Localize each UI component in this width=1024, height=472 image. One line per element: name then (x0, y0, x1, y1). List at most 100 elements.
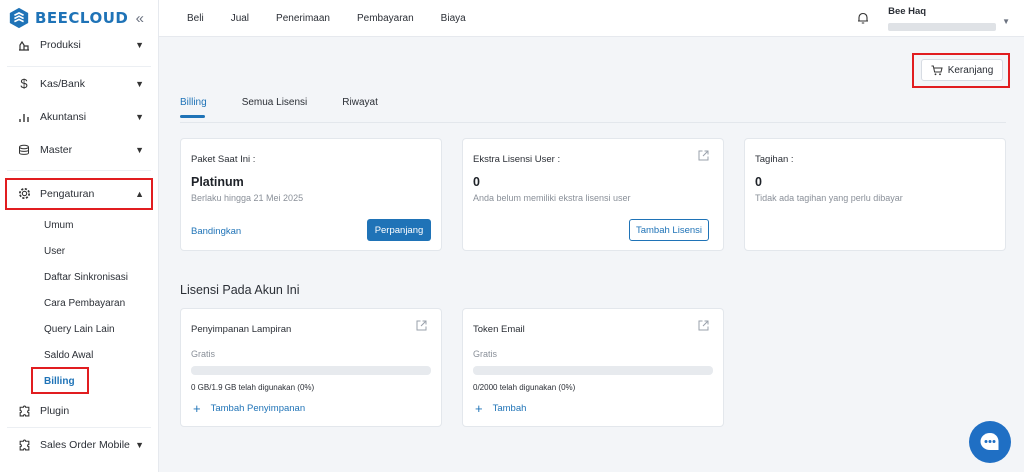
tagihan-desc: Tidak ada tagihan yang perlu dibayar (755, 193, 903, 203)
sidebar: BEECLOUD « Produksi ▼ $ Kas/Bank ▼ Akunt… (0, 0, 159, 472)
dollar-icon: $ (20, 76, 28, 91)
factory-icon (16, 37, 32, 53)
beecloud-logo-icon (9, 7, 29, 29)
chevron-down-icon: ▼ (135, 439, 144, 450)
ekstra-count: 0 (473, 175, 480, 189)
sidebar-item-label: Plugin (40, 404, 70, 417)
sidebar-item-label: Sales Order Mobile (40, 438, 130, 451)
keranjang-button[interactable]: Keranjang (921, 59, 1003, 81)
plus-icon: + (193, 401, 201, 416)
tambah-lisensi-button[interactable]: Tambah Lisensi (629, 219, 709, 241)
plan-name: Platinum (191, 175, 244, 189)
subitem-label: Umum (44, 219, 74, 231)
tab-semua-lisensi[interactable]: Semua Lisensi (242, 97, 308, 118)
storage-usage-bar (191, 366, 431, 375)
sidebar-item-sales-order-mobile[interactable]: Sales Order Mobile ▼ (0, 428, 158, 461)
card-title: Ekstra Lisensi User : (473, 154, 561, 165)
brand[interactable]: BEECLOUD « (0, 0, 158, 36)
card-tagihan: Tagihan : 0 Tidak ada tagihan yang perlu… (744, 138, 1006, 251)
collapse-sidebar-icon[interactable]: « (136, 10, 144, 27)
tab-riwayat[interactable]: Riwayat (342, 97, 378, 118)
subitem-label: Query Lain Lain (44, 323, 115, 335)
tambah-penyimpanan-label: Tambah Penyimpanan (210, 403, 306, 414)
puzzle-icon (16, 437, 32, 453)
chevron-down-icon: ▼ (135, 40, 144, 50)
sidebar-item-label: Produksi (40, 39, 81, 51)
user-menu[interactable]: Bee Haq (888, 5, 997, 31)
tab-billing[interactable]: Billing (180, 97, 207, 118)
storage-usage-text: 0 GB/1.9 GB telah digunakan (0%) (191, 383, 315, 392)
tambah-token-link[interactable]: + Tambah (473, 401, 526, 416)
card-title: Tagihan : (755, 154, 794, 165)
external-link-icon[interactable] (698, 150, 709, 161)
top-menu-beli[interactable]: Beli (187, 13, 204, 24)
subitem-label: Cara Pembayaran (44, 297, 126, 309)
billing-tabs: Billing Semua Lisensi Riwayat (180, 97, 413, 118)
tagihan-count: 0 (755, 175, 762, 189)
sidebar-item-produksi[interactable]: Produksi ▼ (0, 36, 158, 54)
top-menu-penerimaan[interactable]: Penerimaan (276, 13, 330, 24)
subitem-label: User (44, 245, 66, 257)
token-usage-text: 0/2000 telah digunakan (0%) (473, 383, 576, 392)
brand-name: BEECLOUD (35, 9, 129, 27)
sidebar-subitem-query-lain-lain[interactable]: Query Lain Lain (0, 316, 158, 342)
section-title: Lisensi Pada Akun Ini (180, 283, 300, 297)
sidebar-subitem-cara-pembayaran[interactable]: Cara Pembayaran (0, 290, 158, 316)
top-menu-biaya[interactable]: Biaya (441, 13, 466, 24)
tambah-token-label: Tambah (492, 403, 527, 414)
puzzle-icon (16, 403, 32, 419)
token-usage-bar (473, 366, 713, 375)
external-link-icon[interactable] (698, 320, 709, 331)
caret-down-icon[interactable]: ▼ (1002, 17, 1010, 26)
subitem-label: Daftar Sinkronisasi (44, 271, 128, 283)
sidebar-item-akuntansi[interactable]: Akuntansi ▼ (0, 100, 158, 133)
ekstra-desc: Anda belum memiliki ekstra lisensi user (473, 193, 631, 203)
top-menu-pembayaran[interactable]: Pembayaran (357, 13, 414, 24)
sidebar-item-label: Akuntansi (40, 110, 87, 123)
top-bar: Beli Jual Penerimaan Pembayaran Biaya Be… (159, 0, 1024, 37)
database-icon (16, 142, 32, 158)
highlight-pengaturan (5, 178, 153, 210)
chevron-down-icon: ▼ (135, 78, 144, 89)
card-title: Penyimpanan Lampiran (191, 324, 292, 335)
external-link-icon[interactable] (416, 320, 427, 331)
user-company-blurred (888, 22, 997, 31)
card-paket-saat-ini: Paket Saat Ini : Platinum Berlaku hingga… (180, 138, 442, 251)
token-plan: Gratis (473, 349, 498, 359)
top-menu-jual[interactable]: Jual (231, 13, 249, 24)
sidebar-item-master[interactable]: Master ▼ (0, 133, 158, 166)
perpanjang-button[interactable]: Perpanjang (367, 219, 431, 241)
card-token-email: Token Email Gratis 0/2000 telah digunaka… (462, 308, 724, 427)
sidebar-subitem-umum[interactable]: Umum (0, 212, 158, 238)
chat-bubble-icon (980, 433, 999, 450)
plan-expiry: Berlaku hingga 21 Mei 2025 (191, 193, 304, 203)
bell-icon[interactable] (856, 11, 870, 25)
storage-plan: Gratis (191, 349, 216, 359)
plus-icon: + (475, 401, 483, 416)
sidebar-item-kas-bank[interactable]: $ Kas/Bank ▼ (0, 67, 158, 100)
highlight-billing (31, 367, 89, 394)
tabs-divider (180, 122, 1006, 123)
sidebar-subitem-saldo-awal[interactable]: Saldo Awal (0, 342, 158, 368)
user-name: Bee Haq (888, 5, 927, 17)
sidebar-subitem-daftar-sinkronisasi[interactable]: Daftar Sinkronisasi (0, 264, 158, 290)
sidebar-item-label: Kas/Bank (40, 77, 85, 90)
card-penyimpanan-lampiran: Penyimpanan Lampiran Gratis 0 GB/1.9 GB … (180, 308, 442, 427)
sidebar-item-label: Master (40, 143, 73, 156)
top-menu: Beli Jual Penerimaan Pembayaran Biaya (159, 13, 493, 24)
card-title: Paket Saat Ini : (191, 154, 256, 165)
bandingkan-link[interactable]: Bandingkan (191, 226, 241, 237)
subitem-label: Saldo Awal (44, 349, 94, 361)
card-title: Token Email (473, 324, 525, 335)
chevron-down-icon: ▼ (135, 111, 144, 122)
tambah-penyimpanan-link[interactable]: + Tambah Penyimpanan (191, 401, 305, 416)
sidebar-subitem-user[interactable]: User (0, 238, 158, 264)
sidebar-item-plugin[interactable]: Plugin (0, 394, 158, 427)
chevron-down-icon: ▼ (135, 144, 144, 155)
keranjang-label: Keranjang (947, 64, 994, 76)
cart-icon (931, 65, 943, 75)
divider (7, 170, 151, 171)
chat-support-button[interactable] (969, 421, 1011, 463)
card-ekstra-lisensi: Ekstra Lisensi User : 0 Anda belum memil… (462, 138, 724, 251)
bar-chart-icon (16, 109, 32, 125)
